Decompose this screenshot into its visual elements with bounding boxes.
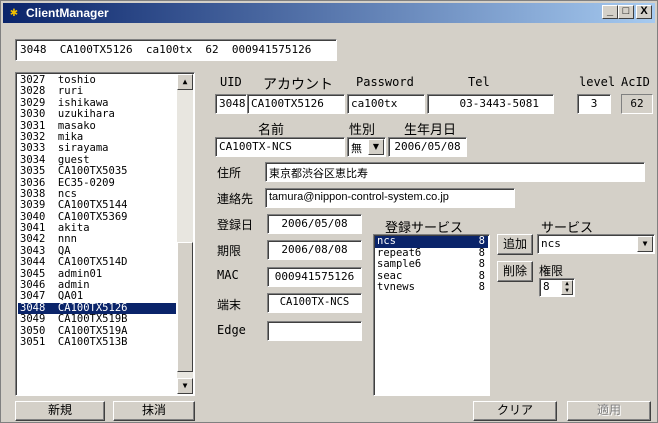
- gender-value: 無: [351, 142, 362, 155]
- minimize-button[interactable]: _: [602, 5, 618, 19]
- contact-field[interactable]: tamura@nippon-control-system.co.jp: [265, 188, 515, 208]
- client-list-item[interactable]: 3044 CA100TX514D: [18, 256, 176, 268]
- apply-button[interactable]: 適用: [567, 401, 651, 421]
- edge-field[interactable]: [267, 321, 362, 341]
- chevron-down-icon[interactable]: ▼: [368, 139, 384, 155]
- tel-field[interactable]: 03-3443-5081: [427, 94, 554, 114]
- service-select-value: ncs: [541, 237, 561, 250]
- close-button[interactable]: X: [636, 5, 652, 19]
- client-list-item[interactable]: 3035 CA100TX5035: [18, 165, 176, 177]
- expiry-field[interactable]: 2006/08/08: [267, 240, 362, 260]
- key-icon: ✱: [10, 5, 18, 20]
- client-list-item[interactable]: 3030 uzukihara: [18, 108, 176, 120]
- mac-field[interactable]: 000941575126: [267, 267, 362, 287]
- tel-label: Tel: [468, 75, 490, 89]
- service-permission: 8: [478, 258, 485, 270]
- add-button[interactable]: 追加: [497, 234, 533, 255]
- service-list-item[interactable]: ncs 8: [375, 235, 488, 248]
- client-list-item[interactable]: 3039 CA100TX5144: [18, 199, 176, 211]
- level-label: level: [579, 75, 616, 89]
- account-label: アカウント: [263, 77, 333, 93]
- gender-select[interactable]: 無 ▼: [347, 137, 386, 157]
- permission-label: 権限: [539, 264, 564, 278]
- selected-client-summary: 3048 CA100TX5126 ca100tx 62 000941575126: [15, 39, 337, 61]
- clear-button[interactable]: クリア: [473, 401, 557, 421]
- client-list-items: 3027 toshio 3028 ruri 3029 ishikawa 3030 uz…: [18, 75, 176, 393]
- registered-services-list[interactable]: ncs 8 repeat6 8 sample6 8 seac 8 tvnews 8: [373, 234, 490, 396]
- arrow-up-icon[interactable]: ▲: [177, 74, 193, 90]
- birthday-field[interactable]: 2006/05/08: [388, 137, 467, 157]
- title-bar[interactable]: ✱ ClientManager _ □ X: [3, 3, 655, 23]
- level-field[interactable]: 3: [577, 94, 611, 114]
- service-permission: 8: [478, 235, 485, 247]
- expiry-label: 期限: [217, 244, 242, 258]
- service-list-item[interactable]: tvnews 8: [375, 281, 488, 294]
- arrow-down-icon[interactable]: ▼: [177, 378, 193, 394]
- client-list-item[interactable]: 3049 CA100TX519B: [18, 313, 176, 325]
- scroll-thumb[interactable]: [177, 242, 193, 372]
- uid-field[interactable]: 3048: [215, 94, 247, 114]
- chevron-down-icon[interactable]: ▼: [637, 236, 653, 252]
- mac-label: MAC: [217, 268, 239, 282]
- client-list-scrollbar[interactable]: ▲ ▼: [177, 74, 193, 394]
- client-list-item[interactable]: 3051 CA100TX513B: [18, 336, 176, 348]
- service-name: tvnews: [377, 281, 415, 293]
- contact-label: 連絡先: [217, 192, 254, 206]
- name-field[interactable]: CA100TX-NCS: [215, 137, 345, 157]
- new-button[interactable]: 新規: [15, 401, 105, 421]
- service-list-item[interactable]: sample6 8: [375, 258, 488, 271]
- service-permission: 8: [478, 281, 485, 293]
- address-field[interactable]: 東京都渋谷区恵比寿: [265, 162, 645, 182]
- address-label: 住所: [217, 166, 242, 180]
- spinner-arrows-icon[interactable]: ▲ ▼: [561, 280, 573, 295]
- reg-date-field[interactable]: 2006/05/08: [267, 214, 362, 234]
- service-name: ncs: [377, 235, 396, 247]
- acid-field: 62: [621, 94, 653, 114]
- gender-label: 性別: [349, 123, 376, 138]
- window-title: ClientManager: [26, 6, 109, 20]
- edge-label: Edge: [217, 323, 246, 337]
- permission-value: 8: [543, 280, 550, 293]
- uid-label: UID: [220, 75, 242, 89]
- permission-spinner[interactable]: 8 ▲ ▼: [539, 278, 575, 297]
- password-field[interactable]: ca100tx: [347, 94, 425, 114]
- service-select[interactable]: ncs ▼: [537, 234, 655, 254]
- client-list[interactable]: 3027 toshio 3028 ruri 3029 ishikawa 3030 uz…: [15, 72, 195, 396]
- erase-button[interactable]: 抹消: [113, 401, 195, 421]
- acid-label: AcID: [621, 75, 650, 89]
- terminal-field[interactable]: CA100TX-NCS: [267, 293, 362, 313]
- terminal-label: 端末: [217, 298, 242, 312]
- account-field[interactable]: CA100TX5126: [247, 94, 345, 114]
- name-label: 名前: [258, 123, 285, 138]
- client-manager-window: ✱ ClientManager _ □ X 3048 CA100TX5126 c…: [0, 0, 658, 423]
- birthday-label: 生年月日: [404, 123, 457, 138]
- delete-button[interactable]: 削除: [497, 261, 533, 282]
- password-label: Password: [356, 75, 414, 89]
- maximize-button[interactable]: □: [618, 5, 634, 19]
- reg-date-label: 登録日: [217, 218, 254, 232]
- service-name: sample6: [377, 258, 422, 270]
